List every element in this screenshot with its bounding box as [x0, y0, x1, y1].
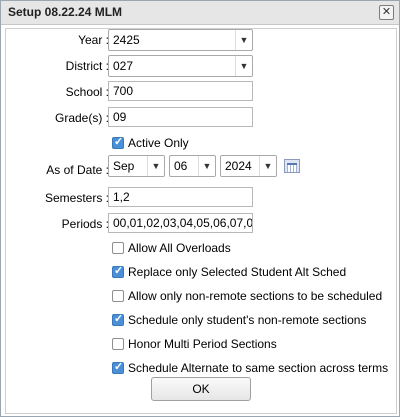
student-non-remote-option[interactable]: Schedule only student's non-remote secti…	[112, 312, 366, 328]
periods-label: Periods :	[61, 217, 109, 231]
allow-all-overloads-option[interactable]: Allow All Overloads	[112, 240, 231, 256]
district-label: District :	[65, 59, 109, 73]
chevron-down-icon: ▼	[235, 30, 252, 50]
grades-label: Grade(s) :	[54, 111, 109, 125]
school-input[interactable]: 700	[108, 81, 253, 101]
option-label: Schedule Alternate to same section acros…	[128, 361, 389, 375]
school-label: School :	[65, 85, 109, 99]
close-button[interactable]: ✕	[379, 5, 394, 20]
chevron-down-icon: ▼	[198, 156, 215, 176]
district-select[interactable]: 027 ▼	[108, 55, 253, 77]
as-of-date-label: As of Date :	[46, 163, 109, 177]
day-select[interactable]: 06 ▼	[169, 155, 216, 177]
honor-multi-period-option[interactable]: Honor Multi Period Sections	[112, 336, 277, 352]
month-value: Sep	[113, 159, 135, 173]
honor-multi-period-checkbox[interactable]	[112, 338, 124, 350]
option-label: Replace only Selected Student Alt Sched	[128, 265, 347, 279]
ok-button[interactable]: OK	[151, 377, 251, 401]
chevron-down-icon: ▼	[147, 156, 164, 176]
form-body: Year : 2425 ▼ District : 027 ▼ School : …	[5, 28, 397, 414]
replace-alt-sched-option[interactable]: Replace only Selected Student Alt Sched	[112, 264, 346, 280]
option-label: Honor Multi Period Sections	[128, 337, 277, 351]
option-label: Allow only non-remote sections to be sch…	[128, 289, 383, 303]
option-label: Schedule only student's non-remote secti…	[128, 313, 367, 327]
close-icon: ✕	[381, 6, 392, 18]
option-label: Allow All Overloads	[128, 241, 231, 255]
schedule-alternate-checkbox[interactable]	[112, 360, 124, 374]
month-select[interactable]: Sep ▼	[108, 155, 165, 177]
day-value: 06	[174, 159, 188, 173]
schedule-alternate-option[interactable]: Schedule Alternate to same section acros…	[112, 360, 388, 376]
calendar-icon[interactable]	[284, 159, 300, 173]
year-date-value: 2024	[225, 159, 252, 173]
active-only-option[interactable]: Active Only	[112, 135, 189, 151]
chevron-down-icon: ▼	[259, 156, 276, 176]
title-bar: Setup 08.22.24 MLM ✕	[1, 1, 399, 25]
setup-dialog: Setup 08.22.24 MLM ✕ Year : 2425 ▼ Distr…	[0, 0, 400, 417]
replace-alt-sched-checkbox[interactable]	[112, 264, 124, 278]
student-non-remote-checkbox[interactable]	[112, 312, 124, 326]
semesters-input[interactable]: 1,2	[108, 187, 253, 207]
active-only-label: Active Only	[128, 136, 189, 150]
periods-input[interactable]: 00,01,02,03,04,05,06,07,0...	[108, 213, 253, 233]
dialog-title: Setup 08.22.24 MLM	[8, 5, 123, 19]
year-date-select[interactable]: 2024 ▼	[220, 155, 277, 177]
allow-all-overloads-checkbox[interactable]	[112, 242, 124, 254]
semesters-label: Semesters :	[44, 191, 109, 205]
district-value: 027	[113, 59, 134, 73]
active-only-checkbox[interactable]	[112, 135, 124, 149]
grades-input[interactable]: 09	[108, 107, 253, 127]
non-remote-sections-checkbox[interactable]	[112, 290, 124, 302]
year-select[interactable]: 2425 ▼	[108, 29, 253, 51]
non-remote-sections-option[interactable]: Allow only non-remote sections to be sch…	[112, 288, 382, 304]
year-value: 2425	[113, 33, 140, 47]
chevron-down-icon: ▼	[235, 56, 252, 76]
year-label: Year :	[78, 33, 109, 47]
